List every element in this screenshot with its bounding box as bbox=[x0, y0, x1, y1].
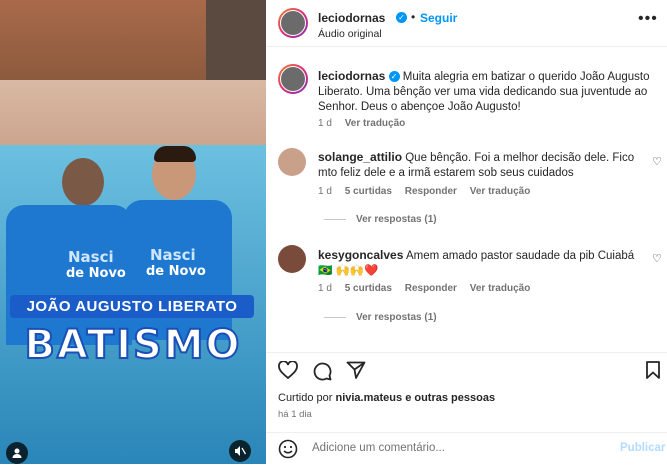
like-icon[interactable] bbox=[278, 361, 298, 379]
comment-icon[interactable] bbox=[312, 361, 332, 381]
comment-2-likes[interactable]: 5 curtidas bbox=[345, 283, 392, 294]
caption-translate[interactable]: Ver tradução bbox=[345, 118, 406, 129]
verified-icon: ✓ bbox=[396, 12, 407, 23]
person-2-hair bbox=[154, 146, 196, 162]
comment-2-reply[interactable]: Responder bbox=[405, 283, 457, 294]
comment-2-username[interactable]: kesygoncalves bbox=[318, 248, 403, 262]
action-bar bbox=[266, 352, 667, 387]
shirt-text-1b: de Novo bbox=[66, 266, 126, 281]
post-panel: leciodornas ✓ • Seguir Áudio original ••… bbox=[266, 0, 667, 464]
comment-2-translate[interactable]: Ver tradução bbox=[470, 283, 531, 294]
comment-1-view-replies[interactable]: Ver respostas (1) bbox=[324, 214, 437, 225]
likes-line: Curtido por nivia.mateus e outras pessoa… bbox=[278, 392, 495, 404]
comment-1-like-icon[interactable]: ♡ bbox=[652, 155, 662, 168]
person-1-head bbox=[62, 158, 104, 206]
mute-icon[interactable] bbox=[229, 440, 251, 462]
comment-1-likes[interactable]: 5 curtidas bbox=[345, 186, 392, 197]
comment-2-time[interactable]: 1 d bbox=[318, 283, 332, 294]
follow-button[interactable]: Seguir bbox=[420, 11, 457, 25]
comment-box: Adicione um comentário... Publicar bbox=[266, 432, 667, 465]
share-icon[interactable] bbox=[346, 361, 366, 379]
caption-time[interactable]: 1 d bbox=[318, 118, 332, 129]
replies-line bbox=[324, 316, 346, 318]
post-time[interactable]: há 1 dia bbox=[278, 409, 312, 420]
comment-1-meta: 1 d 5 curtidas Responder Ver tradução bbox=[318, 186, 530, 197]
caption-text-block: leciodornas ✓ Muita alegria em batizar o… bbox=[318, 69, 654, 115]
comment-1-avatar[interactable] bbox=[278, 148, 306, 176]
user-icon[interactable] bbox=[6, 442, 28, 464]
post-header: leciodornas ✓ • Seguir Áudio original ••… bbox=[266, 0, 667, 47]
save-icon[interactable] bbox=[646, 361, 660, 379]
comment-2-meta: 1 d 5 curtidas Responder Ver tradução bbox=[318, 283, 530, 294]
header-dot: • bbox=[411, 10, 416, 24]
overlay-name: JOÃO AUGUSTO LIBERATO bbox=[10, 295, 254, 318]
caption-meta: 1 d Ver tradução bbox=[318, 118, 405, 129]
comment-2-like-icon[interactable]: ♡ bbox=[652, 252, 662, 265]
more-icon[interactable]: ••• bbox=[638, 10, 658, 28]
caption-avatar[interactable] bbox=[278, 64, 308, 94]
comment-1-text-block: solange_attilio Que bênção. Foi a melhor… bbox=[318, 150, 638, 181]
header-username[interactable]: leciodornas bbox=[318, 11, 385, 25]
post-media[interactable]: Nasci de Novo Nasci de Novo JOÃO AUGUSTO… bbox=[0, 0, 266, 464]
publish-button[interactable]: Publicar bbox=[620, 442, 665, 454]
shirt-text-2b: de Novo bbox=[146, 264, 206, 279]
caption-verified-icon: ✓ bbox=[388, 71, 400, 83]
likes-user[interactable]: nivia.mateus bbox=[335, 392, 402, 404]
replies-line bbox=[324, 218, 346, 220]
media-window bbox=[206, 0, 266, 80]
comment-1-translate[interactable]: Ver tradução bbox=[470, 186, 531, 197]
caption-username[interactable]: leciodornas bbox=[318, 69, 385, 83]
comment-input[interactable]: Adicione um comentário... bbox=[312, 442, 445, 454]
comment-1-username[interactable]: solange_attilio bbox=[318, 150, 402, 164]
comment-1-reply[interactable]: Responder bbox=[405, 186, 457, 197]
audio-label[interactable]: Áudio original bbox=[318, 28, 382, 40]
comment-2-view-replies[interactable]: Ver respostas (1) bbox=[324, 312, 437, 323]
comment-2-text-block: kesygoncalves Amem amado pastor saudade … bbox=[318, 248, 638, 279]
overlay-title: BATISMO bbox=[23, 321, 242, 369]
header-avatar[interactable] bbox=[278, 8, 308, 38]
shirt-text-2: Nasci bbox=[150, 246, 196, 264]
shirt-text-1: Nasci bbox=[68, 248, 114, 266]
emoji-icon[interactable] bbox=[278, 439, 298, 459]
likes-prefix: Curtido por bbox=[278, 392, 333, 404]
comment-1-time[interactable]: 1 d bbox=[318, 186, 332, 197]
comment-2-avatar[interactable] bbox=[278, 245, 306, 273]
likes-suffix[interactable]: e outras pessoas bbox=[405, 392, 495, 404]
